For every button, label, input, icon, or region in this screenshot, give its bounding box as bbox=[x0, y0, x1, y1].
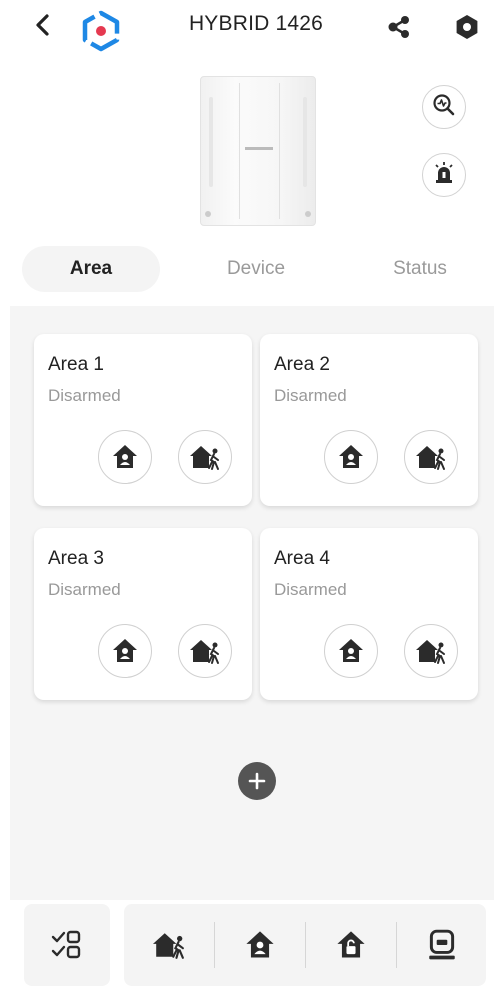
stay-arm-icon bbox=[246, 931, 274, 958]
away-arm-icon bbox=[153, 933, 184, 959]
device-ridge bbox=[209, 97, 213, 187]
device-image bbox=[200, 76, 316, 226]
area-card[interactable]: Area 2 Disarmed bbox=[260, 334, 478, 506]
area-list: Area 1 Disarmed Area 2 Disarmed Area 3 D… bbox=[10, 306, 494, 900]
add-area-button[interactable] bbox=[238, 762, 276, 800]
away-arm-icon bbox=[416, 446, 445, 470]
area-name: Area 2 bbox=[274, 354, 330, 375]
stay-arm-icon bbox=[113, 639, 137, 662]
area-card[interactable]: Area 1 Disarmed bbox=[34, 334, 252, 506]
plus-icon bbox=[248, 772, 266, 790]
away-arm-button[interactable] bbox=[404, 430, 458, 484]
area-name: Area 1 bbox=[48, 354, 104, 375]
settings-icon[interactable] bbox=[452, 12, 482, 42]
page-title: HYBRID 1426 bbox=[188, 12, 324, 35]
device-brand-mark bbox=[245, 147, 273, 150]
away-arm-icon bbox=[416, 640, 445, 664]
tab-status[interactable]: Status bbox=[350, 246, 490, 292]
diagnostics-icon bbox=[431, 92, 457, 123]
tab-area[interactable]: Area bbox=[22, 246, 160, 292]
device-seam bbox=[239, 83, 240, 219]
arm-actions-group bbox=[124, 904, 486, 986]
stay-arm-button[interactable] bbox=[98, 430, 152, 484]
header: HYBRID 1426 bbox=[0, 0, 494, 56]
disarm-all-button[interactable] bbox=[306, 904, 396, 986]
away-arm-button[interactable] bbox=[178, 430, 232, 484]
stay-arm-all-button[interactable] bbox=[215, 904, 305, 986]
stay-arm-button[interactable] bbox=[324, 624, 378, 678]
tab-bar: Area Device Status bbox=[0, 246, 494, 292]
area-status: Disarmed bbox=[274, 580, 347, 599]
app-logo-icon bbox=[80, 10, 122, 52]
area-status: Disarmed bbox=[48, 386, 121, 405]
clear-alarm-icon bbox=[429, 929, 455, 960]
bottom-action-bar bbox=[0, 900, 494, 994]
share-icon[interactable] bbox=[384, 12, 414, 42]
stay-arm-icon bbox=[339, 445, 363, 468]
device-seam bbox=[279, 83, 280, 219]
device-ridge bbox=[303, 97, 307, 187]
tab-device[interactable]: Device bbox=[186, 246, 326, 292]
siren-icon bbox=[431, 160, 457, 191]
away-arm-icon bbox=[190, 446, 219, 470]
area-status: Disarmed bbox=[274, 386, 347, 405]
area-card[interactable]: Area 3 Disarmed bbox=[34, 528, 252, 700]
area-status: Disarmed bbox=[48, 580, 121, 599]
area-name: Area 3 bbox=[48, 548, 104, 569]
away-arm-all-button[interactable] bbox=[124, 904, 214, 986]
device-screw bbox=[305, 211, 311, 217]
stay-arm-icon bbox=[339, 639, 363, 662]
area-name: Area 4 bbox=[274, 548, 330, 569]
select-multiple-button[interactable] bbox=[24, 904, 110, 986]
back-chevron-icon[interactable] bbox=[28, 10, 58, 40]
away-arm-button[interactable] bbox=[404, 624, 458, 678]
siren-button[interactable] bbox=[422, 153, 466, 197]
stay-arm-button[interactable] bbox=[98, 624, 152, 678]
stay-arm-icon bbox=[113, 445, 137, 468]
diagnostics-button[interactable] bbox=[422, 85, 466, 129]
away-arm-button[interactable] bbox=[178, 624, 232, 678]
area-card[interactable]: Area 4 Disarmed bbox=[260, 528, 478, 700]
away-arm-icon bbox=[190, 640, 219, 664]
disarm-icon bbox=[337, 931, 365, 958]
stay-arm-button[interactable] bbox=[324, 430, 378, 484]
clear-alarm-button[interactable] bbox=[397, 904, 487, 986]
device-screw bbox=[205, 211, 211, 217]
select-multiple-icon bbox=[51, 930, 81, 959]
